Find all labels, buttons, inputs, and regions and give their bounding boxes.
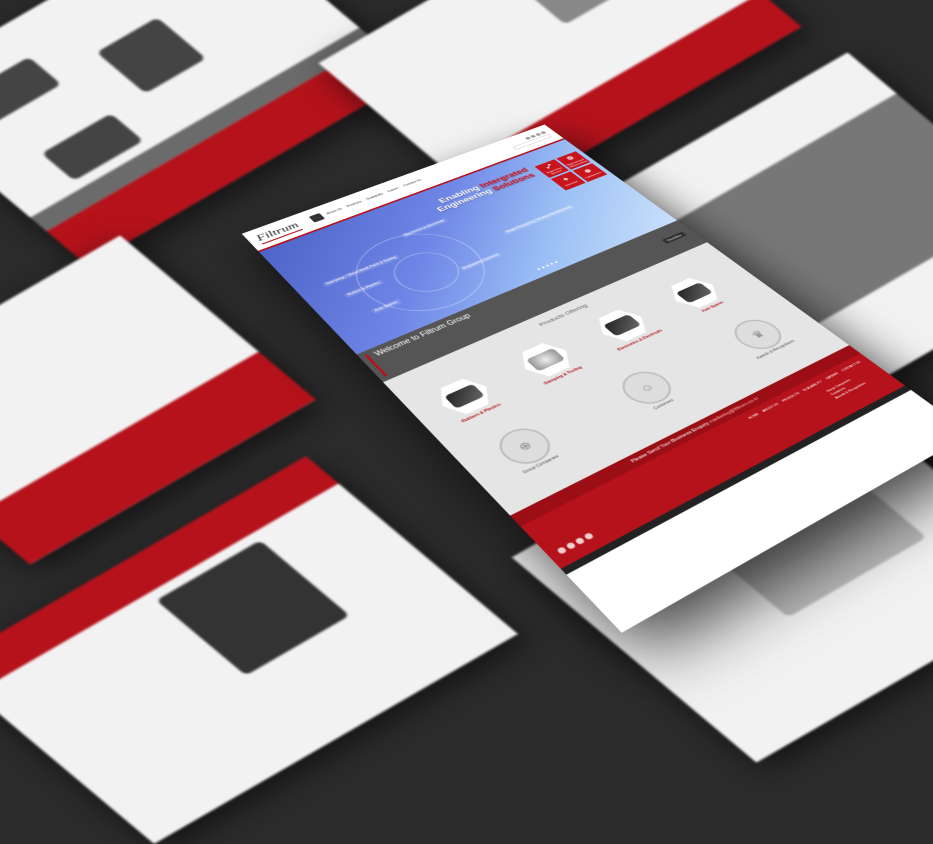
youtube-icon[interactable] <box>583 532 594 540</box>
facebook-icon[interactable] <box>556 546 567 554</box>
footer-social <box>556 532 594 554</box>
nav-scalability[interactable]: Scalability <box>365 193 384 201</box>
group-companies-icon[interactable]: ⊕ <box>490 422 560 471</box>
footer-links: Group Companies Customers Awards & Recog… <box>825 375 868 400</box>
footer-nav-career[interactable]: CAREER <box>824 371 839 380</box>
mockup-stage: Filtrum About Us Products Scalability Ca… <box>0 0 933 700</box>
nav-about-us[interactable]: About Us <box>325 207 343 215</box>
hero-tiles: ⤢ Engineering Services ⚙ Engineering & Man… <box>535 151 608 190</box>
linkedin-icon[interactable] <box>574 537 585 545</box>
product-image <box>444 384 485 409</box>
product-rubbers-plastics[interactable] <box>430 374 499 419</box>
product-image <box>676 282 713 303</box>
product-image <box>603 314 641 336</box>
footer-nav-home[interactable]: HOME <box>747 412 760 420</box>
nav-products[interactable]: Products <box>346 200 363 208</box>
home-button[interactable] <box>309 213 325 223</box>
nav-contact-us[interactable]: Contact Us <box>403 179 423 188</box>
twitter-icon[interactable] <box>565 542 576 550</box>
footer-nav-contact[interactable]: CONTACT US <box>840 360 862 372</box>
footer-nav-products[interactable]: PRODUCTS <box>780 391 800 402</box>
product-image <box>526 348 566 372</box>
nav-career[interactable]: Career <box>387 187 401 193</box>
website-mockup: Filtrum About Us Products Scalability Ca… <box>242 125 933 633</box>
hero-label-prototyping: Rapid Prototyping / Product Development <box>503 204 575 234</box>
footer-nav-about[interactable]: ABOUT US <box>761 402 780 413</box>
slider-dots[interactable] <box>537 261 558 270</box>
footer-nav-scalability[interactable]: SCALABILITY <box>801 380 823 392</box>
